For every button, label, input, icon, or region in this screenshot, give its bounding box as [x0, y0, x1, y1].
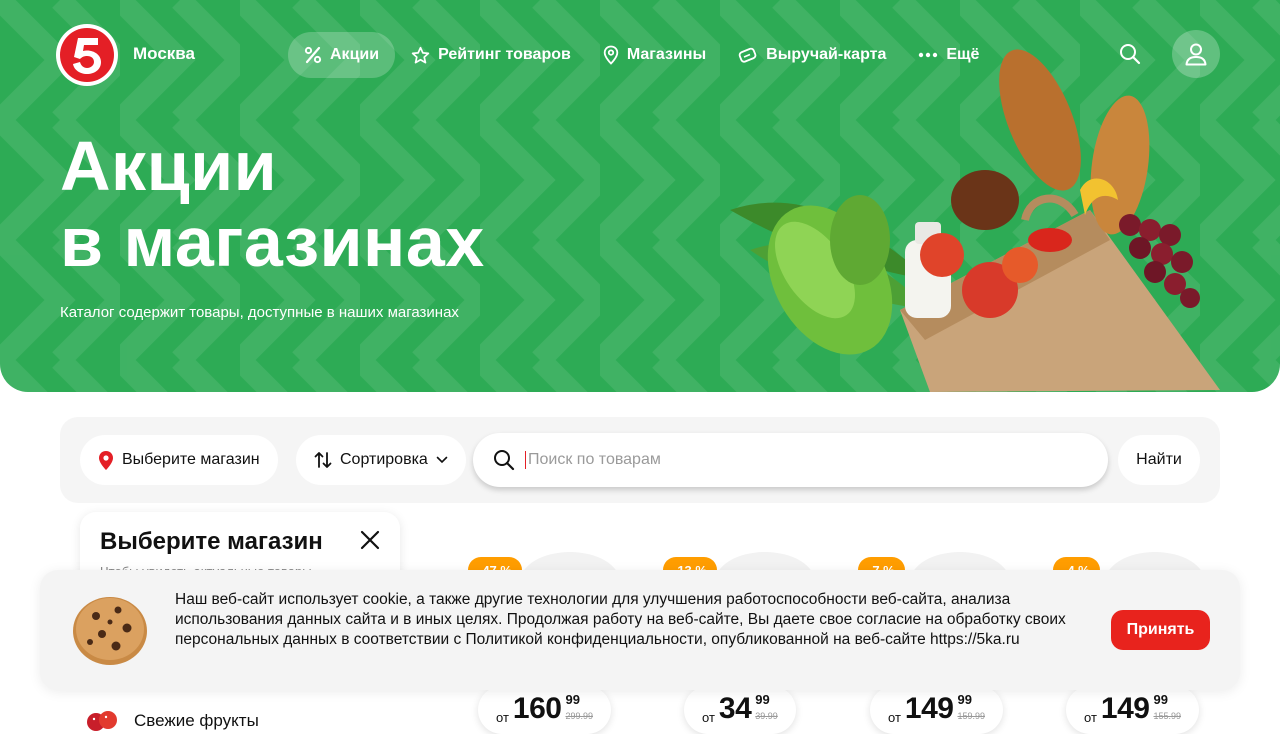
map-pin-icon — [603, 45, 619, 65]
logo[interactable] — [56, 24, 118, 86]
nav-promotions-label: Акции — [330, 46, 380, 63]
sort-label: Сортировка — [340, 451, 428, 468]
store-select-button[interactable]: Выберите магазин — [80, 435, 278, 485]
price-value: 149 — [1100, 692, 1150, 725]
sort-arrows-icon — [314, 452, 332, 468]
fruits-icon — [87, 711, 117, 731]
search-icon — [494, 450, 515, 471]
price-cents: 99 — [957, 692, 972, 707]
price-from: от — [496, 710, 509, 725]
city-selector[interactable]: Москва — [133, 44, 195, 64]
nav-stores-label: Магазины — [626, 46, 707, 63]
close-icon[interactable] — [358, 528, 382, 552]
star-icon — [411, 46, 430, 63]
category-label: Свежие фрукты — [134, 711, 259, 730]
store-panel-title: Выберите магазин — [100, 528, 323, 555]
price-from: от — [702, 710, 715, 725]
price-value: 149 — [904, 692, 954, 725]
price-value: 160 — [512, 692, 562, 725]
map-pin-red-icon — [99, 450, 113, 470]
filter-bar: Выберите магазин Сортировка Найти — [60, 417, 1220, 503]
cookie-icon — [73, 597, 147, 665]
price-cents: 99 — [1153, 692, 1168, 707]
category-item-fruits[interactable]: Свежие фрукты — [86, 708, 259, 734]
hero-banner: Москва Акции Рейтинг товаров Магазины Вы… — [0, 0, 1280, 392]
chevron-down-icon — [436, 456, 448, 464]
nav-rating-label: Рейтинг товаров — [438, 46, 571, 63]
price-cents: 99 — [755, 692, 770, 707]
product-search[interactable] — [473, 433, 1108, 487]
sort-button[interactable]: Сортировка — [296, 435, 466, 485]
price-value: 34 — [718, 692, 752, 725]
store-select-label: Выберите магазин — [122, 451, 260, 468]
search-input[interactable] — [525, 451, 1085, 469]
product-price-4[interactable]: от 149 99 155.99 — [1066, 686, 1199, 734]
hero-title-line-1: Акции — [60, 127, 278, 205]
cookie-banner: Наш веб-сайт использует cookie, а также … — [40, 570, 1240, 690]
price-from: от — [1084, 710, 1097, 725]
price-cents: 99 — [565, 692, 580, 707]
nav-stores[interactable]: Магазины — [587, 32, 722, 78]
hero-title: Акции в магазинах — [60, 128, 485, 280]
logo-five-icon — [73, 38, 101, 74]
product-price-3[interactable]: от 149 99 159.99 — [870, 686, 1003, 734]
hero-subtitle: Каталог содержит товары, доступные в наш… — [60, 304, 459, 321]
cookie-text: Наш веб-сайт использует cookie, а также … — [175, 591, 1066, 648]
nav-promotions[interactable]: Акции — [288, 32, 396, 78]
hero-title-line-2: в магазинах — [60, 203, 485, 281]
price-from: от — [888, 710, 901, 725]
nav-rating[interactable]: Рейтинг товаров — [395, 32, 587, 78]
accept-cookies-button[interactable]: Принять — [1111, 610, 1210, 650]
find-button[interactable]: Найти — [1118, 435, 1200, 485]
grocery-bag-image — [730, 49, 1220, 392]
product-price-1[interactable]: от 160 99 299.99 — [478, 686, 611, 734]
logo-badge — [60, 28, 114, 82]
percent-icon — [304, 46, 322, 64]
product-price-2[interactable]: от 34 99 39.99 — [684, 686, 796, 734]
